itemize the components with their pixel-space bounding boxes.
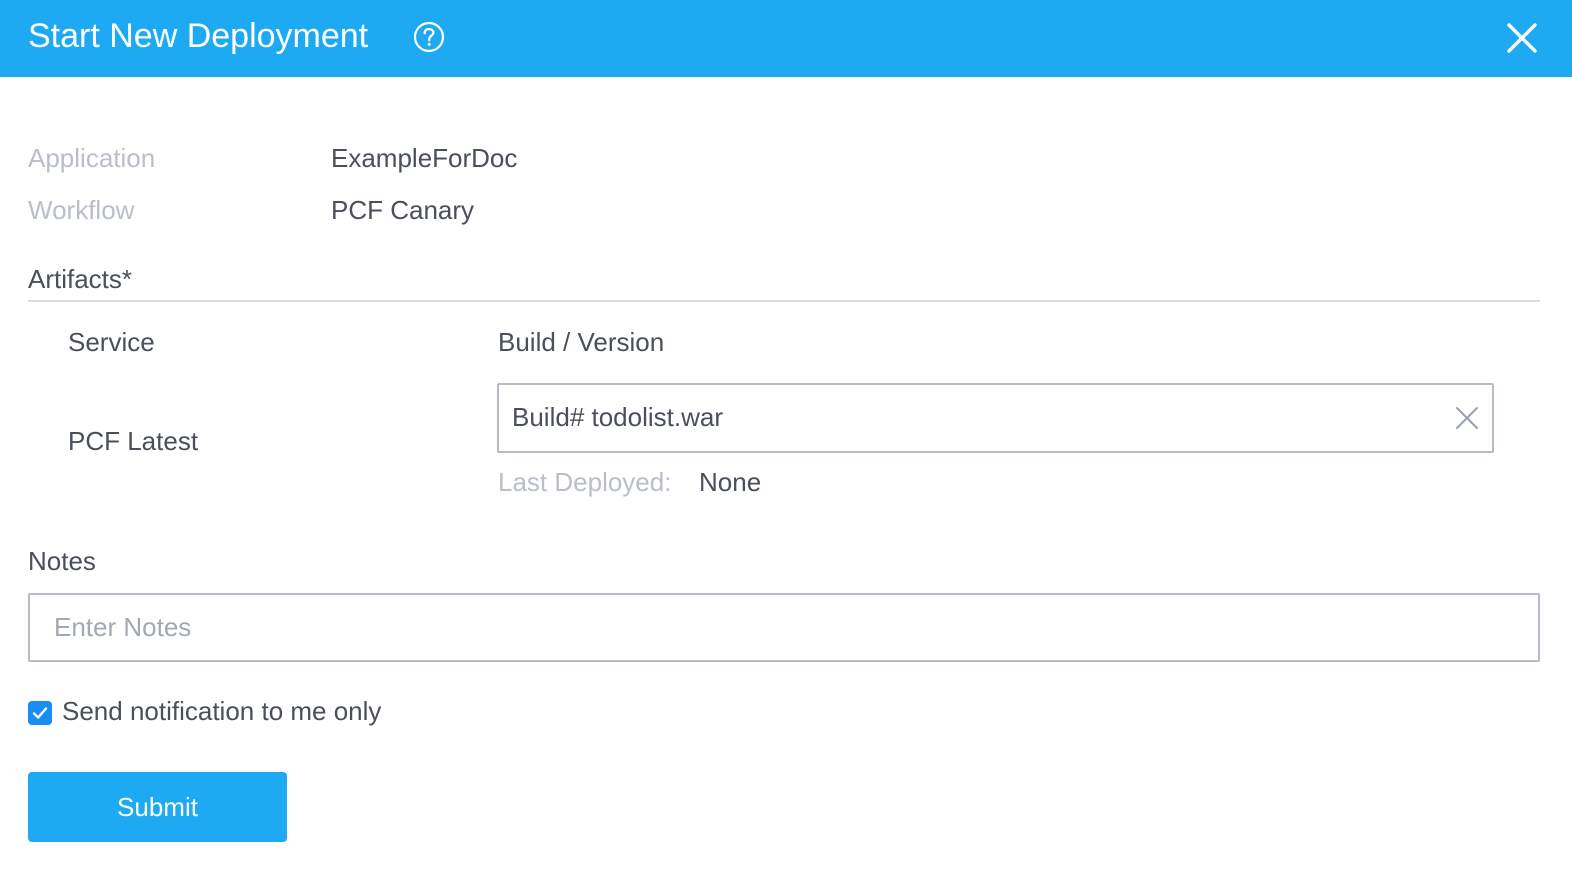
artifact-service-name: PCF Latest (68, 426, 199, 456)
last-deployed-value: None (699, 467, 762, 497)
build-version-column-header: Build / Version (498, 327, 665, 357)
workflow-label: Workflow (28, 195, 135, 225)
artifacts-title: Artifacts* (28, 264, 133, 294)
service-column-header: Service (68, 327, 155, 357)
clear-icon[interactable] (1454, 405, 1480, 431)
notify-me-label[interactable]: Send notification to me only (62, 694, 381, 728)
notes-label: Notes (28, 546, 96, 576)
workflow-value: PCF Canary (331, 195, 475, 225)
close-icon[interactable] (1504, 20, 1540, 56)
application-value: ExampleForDoc (331, 143, 518, 173)
build-version-value: Build# todolist.war (512, 402, 723, 432)
question-circle-icon[interactable] (412, 20, 446, 54)
notes-input[interactable] (28, 593, 1540, 662)
submit-button[interactable]: Submit (28, 772, 287, 842)
dialog-header: Start New Deployment (0, 0, 1572, 77)
build-version-select[interactable]: Build# todolist.war (497, 383, 1494, 453)
checkmark-icon (32, 707, 48, 719)
application-label: Application (28, 143, 156, 173)
artifacts-divider (28, 300, 1540, 302)
last-deployed-label: Last Deployed: (498, 467, 672, 497)
dialog-title: Start New Deployment (28, 17, 369, 55)
start-deployment-dialog: Start New Deployment Application Example… (0, 0, 1572, 874)
notify-me-checkbox[interactable] (28, 701, 52, 725)
